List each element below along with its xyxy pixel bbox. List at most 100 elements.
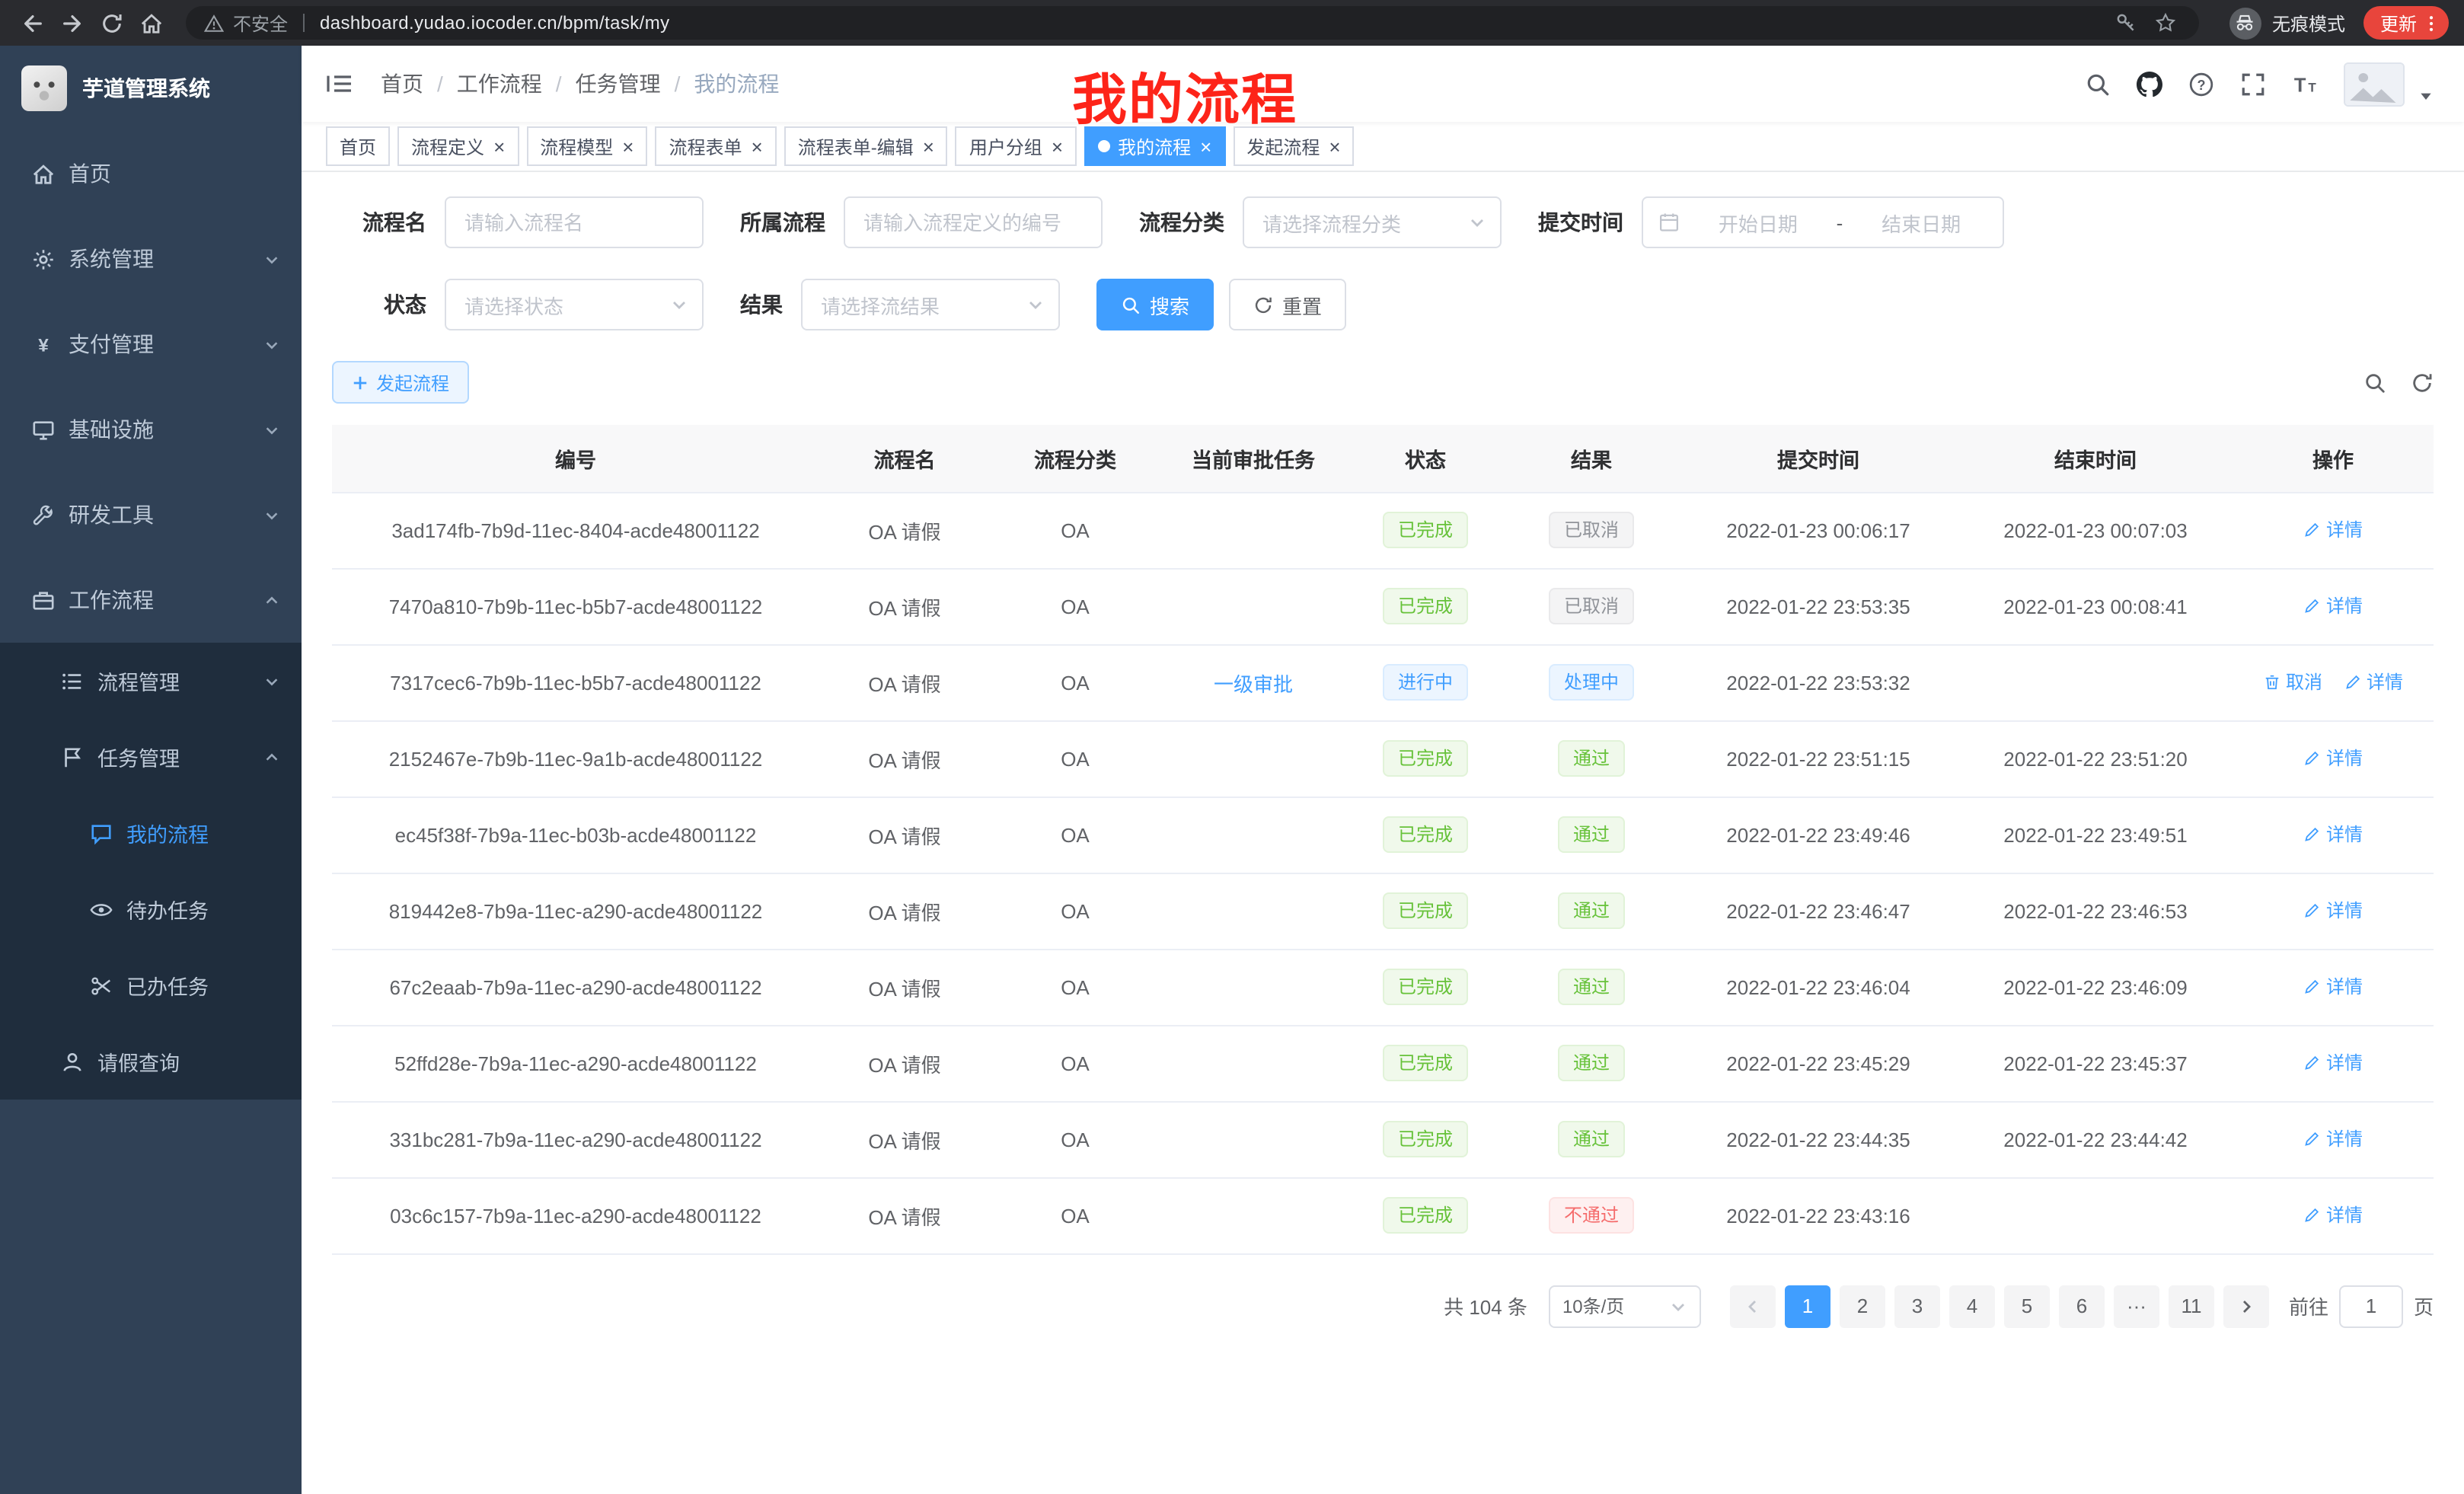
page-button-6[interactable]: 6 bbox=[2059, 1285, 2105, 1327]
forward-icon[interactable] bbox=[55, 6, 88, 40]
detail-link[interactable]: 详情 bbox=[2303, 1202, 2363, 1228]
fullscreen-icon[interactable] bbox=[2240, 71, 2266, 97]
address-bar[interactable]: 不安全 dashboard.yudao.iocoder.cn/bpm/task/… bbox=[186, 6, 2199, 40]
avatar[interactable] bbox=[2344, 62, 2405, 106]
result-select[interactable]: 请选择流结果 bbox=[801, 279, 1060, 330]
sidebar-item-7[interactable]: 任务管理 bbox=[0, 719, 302, 795]
close-icon[interactable]: × bbox=[752, 136, 763, 156]
sidebar-item-6[interactable]: 流程管理 bbox=[0, 643, 302, 719]
reload-icon[interactable] bbox=[94, 6, 128, 40]
sidebar-item-10[interactable]: 已办任务 bbox=[0, 947, 302, 1023]
close-icon[interactable]: × bbox=[1329, 136, 1340, 156]
tab-0[interactable]: 首页 bbox=[326, 126, 390, 166]
breadcrumb-item[interactable]: 首页 bbox=[381, 69, 423, 99]
home-icon[interactable] bbox=[134, 6, 168, 40]
sidebar-item-8[interactable]: 我的流程 bbox=[0, 795, 302, 871]
detail-link[interactable]: 详情 bbox=[2303, 1050, 2363, 1076]
sidebar-item-3[interactable]: 基础设施 bbox=[0, 387, 302, 472]
page-button-4[interactable]: 4 bbox=[1949, 1285, 1995, 1327]
detail-link[interactable]: 详情 bbox=[2303, 822, 2363, 848]
tab-3[interactable]: 流程表单× bbox=[655, 126, 776, 166]
process-id-input[interactable] bbox=[844, 196, 1103, 248]
sidebar-item-11[interactable]: 请假查询 bbox=[0, 1023, 302, 1100]
tab-6[interactable]: 我的流程× bbox=[1084, 126, 1225, 166]
submit-time-range[interactable]: 开始日期 - 结束日期 bbox=[1642, 196, 2004, 248]
category-select[interactable]: 请选择流程分类 bbox=[1243, 196, 1502, 248]
chevron-up-icon bbox=[263, 592, 280, 608]
sidebar-item-label: 首页 bbox=[69, 158, 111, 189]
toggle-search-icon[interactable] bbox=[2363, 371, 2386, 394]
row-result: 通过 bbox=[1505, 1101, 1678, 1177]
sidebar-item-9[interactable]: 待办任务 bbox=[0, 871, 302, 947]
row-id: 03c6c157-7b9a-11ec-a290-acde48001122 bbox=[332, 1177, 819, 1253]
breadcrumb-item[interactable]: 任务管理 bbox=[576, 69, 661, 99]
tab-4[interactable]: 流程表单-编辑× bbox=[784, 126, 948, 166]
detail-link[interactable]: 详情 bbox=[2303, 974, 2363, 1000]
search-button[interactable]: 搜索 bbox=[1096, 279, 1214, 330]
row-submit-time: 2022-01-22 23:46:47 bbox=[1678, 873, 1958, 949]
page-size-select[interactable]: 10条/页 bbox=[1549, 1285, 1701, 1327]
prev-page-button[interactable] bbox=[1730, 1285, 1776, 1327]
process-name-input[interactable] bbox=[445, 196, 704, 248]
close-icon[interactable]: × bbox=[1200, 136, 1211, 156]
table-toolbar: 发起流程 bbox=[332, 361, 2434, 404]
sidebar-item-0[interactable]: 首页 bbox=[0, 131, 302, 216]
next-page-button[interactable] bbox=[2223, 1285, 2269, 1327]
detail-link[interactable]: 详情 bbox=[2303, 593, 2363, 619]
create-process-button[interactable]: 发起流程 bbox=[332, 361, 469, 404]
breadcrumb-item[interactable]: 工作流程 bbox=[457, 69, 542, 99]
goto-page-input[interactable] bbox=[2339, 1285, 2403, 1327]
row-end-time: 2022-01-23 00:08:41 bbox=[1958, 568, 2233, 644]
row-id-text: ec45f38f-7b9a-11ec-b03b-acde48001122 bbox=[395, 823, 757, 846]
sidebar-item-5[interactable]: 工作流程 bbox=[0, 557, 302, 643]
reset-button[interactable]: 重置 bbox=[1229, 279, 1346, 330]
search-icon[interactable] bbox=[2085, 71, 2111, 97]
status-select[interactable]: 请选择状态 bbox=[445, 279, 704, 330]
close-icon[interactable]: × bbox=[622, 136, 634, 156]
tab-5[interactable]: 用户分组× bbox=[956, 126, 1077, 166]
refresh-table-icon[interactable] bbox=[2411, 371, 2434, 394]
chevron-down-icon[interactable] bbox=[2418, 88, 2434, 103]
process-name-text: OA 请假 bbox=[868, 977, 940, 1000]
submit-time-text: 2022-01-22 23:46:47 bbox=[1726, 899, 1910, 922]
detail-link[interactable]: 详情 bbox=[2344, 669, 2403, 695]
tab-2[interactable]: 流程模型× bbox=[526, 126, 647, 166]
star-icon[interactable] bbox=[2150, 8, 2181, 38]
sidebar-toggle-icon[interactable] bbox=[326, 72, 353, 96]
row-result: 通过 bbox=[1505, 1025, 1678, 1101]
page-button-2[interactable]: 2 bbox=[1840, 1285, 1885, 1327]
page-button-1[interactable]: 1 bbox=[1785, 1285, 1830, 1327]
close-icon[interactable]: × bbox=[493, 136, 505, 156]
row-submit-time: 2022-01-22 23:44:35 bbox=[1678, 1101, 1958, 1177]
detail-link[interactable]: 详情 bbox=[2303, 745, 2363, 771]
help-icon[interactable]: ? bbox=[2188, 71, 2214, 97]
tab-7[interactable]: 发起流程× bbox=[1233, 126, 1354, 166]
page-button-3[interactable]: 3 bbox=[1894, 1285, 1940, 1327]
tab-1[interactable]: 流程定义× bbox=[397, 126, 519, 166]
logo[interactable]: 芋道管理系统 bbox=[0, 46, 302, 131]
sidebar-item-2[interactable]: ¥支付管理 bbox=[0, 302, 302, 387]
detail-link[interactable]: 详情 bbox=[2303, 898, 2363, 924]
page-button-11[interactable]: 11 bbox=[2169, 1285, 2214, 1327]
column-header: 编号 bbox=[332, 425, 819, 492]
sidebar-item-4[interactable]: 研发工具 bbox=[0, 472, 302, 557]
key-icon[interactable] bbox=[2111, 8, 2141, 38]
close-icon[interactable]: × bbox=[923, 136, 934, 156]
more-pages-button[interactable]: ··· bbox=[2114, 1285, 2159, 1327]
row-process-name: OA 请假 bbox=[819, 1177, 990, 1253]
close-icon[interactable]: × bbox=[1052, 136, 1063, 156]
sidebar-item-label: 流程管理 bbox=[97, 666, 180, 696]
current-task-link[interactable]: 一级审批 bbox=[1214, 672, 1293, 695]
menu-dots-icon[interactable] bbox=[2421, 13, 2441, 33]
github-icon[interactable] bbox=[2137, 71, 2162, 97]
column-header: 流程名 bbox=[819, 425, 990, 492]
detail-link[interactable]: 详情 bbox=[2303, 517, 2363, 543]
font-size-icon[interactable]: TT bbox=[2292, 71, 2318, 97]
detail-link[interactable]: 详情 bbox=[2303, 1126, 2363, 1152]
cancel-link[interactable]: 取消 bbox=[2263, 669, 2322, 695]
back-icon[interactable] bbox=[15, 6, 49, 40]
page-button-5[interactable]: 5 bbox=[2004, 1285, 2050, 1327]
sidebar-item-1[interactable]: 系统管理 bbox=[0, 216, 302, 302]
update-button[interactable]: 更新 bbox=[2363, 6, 2449, 40]
table-row: 52ffd28e-7b9a-11ec-a290-acde48001122OA 请… bbox=[332, 1025, 2434, 1101]
